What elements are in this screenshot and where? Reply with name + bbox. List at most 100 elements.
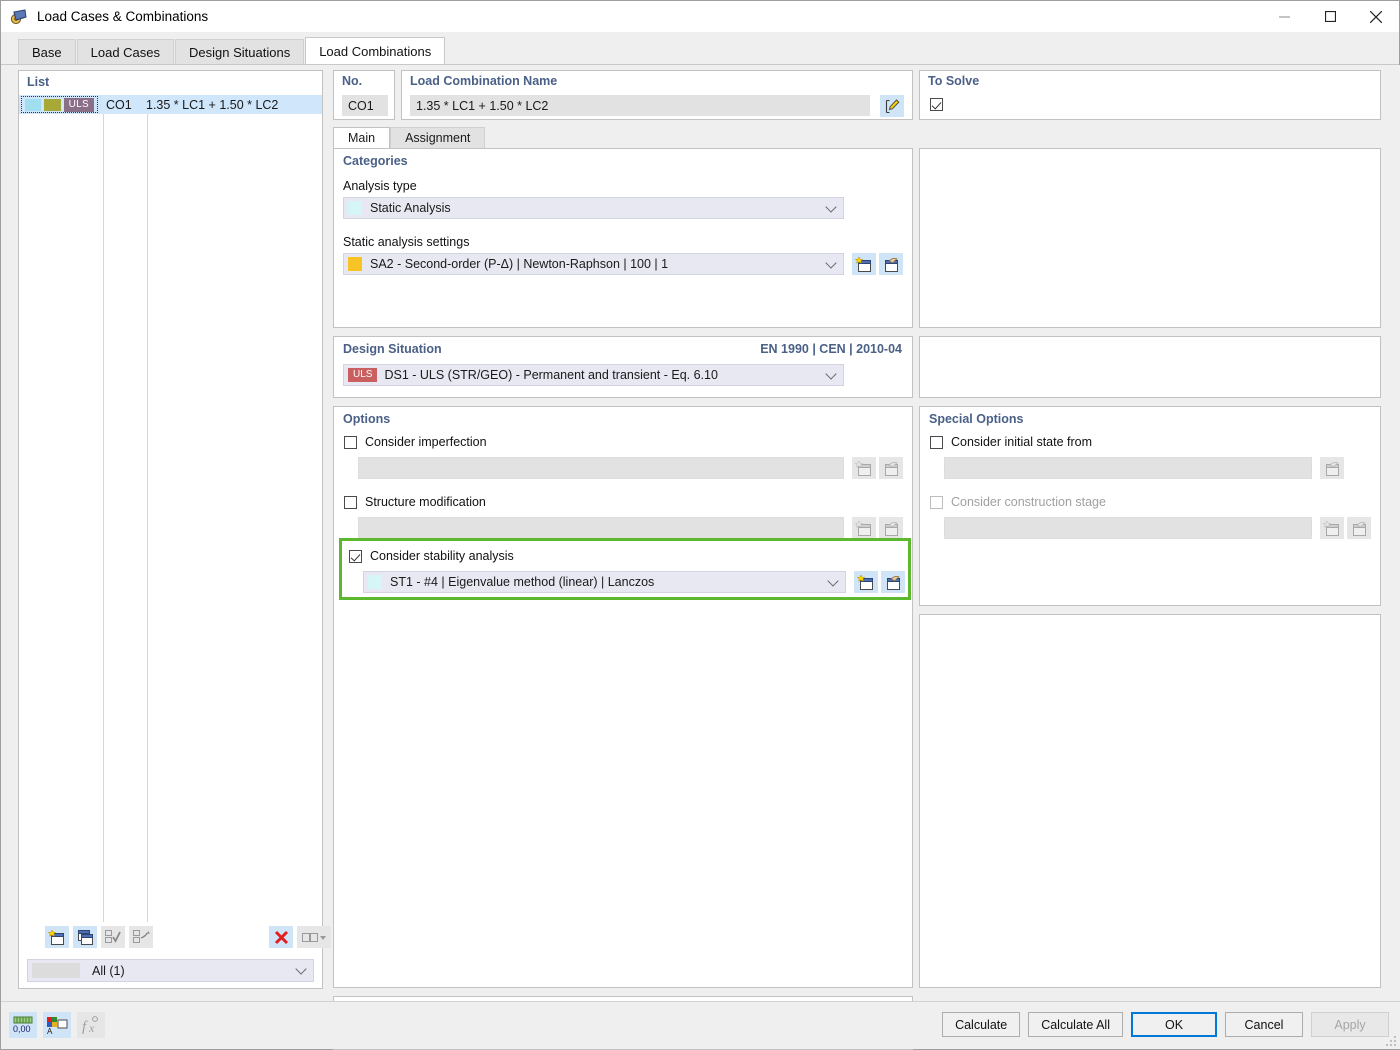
tab-load-cases[interactable]: Load Cases: [76, 39, 175, 64]
analysis-type-swatch: [348, 201, 362, 215]
new-item-button[interactable]: [45, 926, 69, 948]
filter-swatch: [32, 963, 80, 978]
name-value: 1.35 * LC1 + 1.50 * LC2: [410, 95, 870, 116]
initial-state-label: Consider initial state from: [951, 435, 1093, 449]
resize-grip[interactable]: [1386, 1034, 1398, 1046]
construction-stage-label: Consider construction stage: [951, 495, 1106, 509]
status-badge: ULS: [63, 97, 94, 112]
categories-title: Categories: [343, 154, 408, 168]
initial-state-input: [944, 457, 1312, 479]
select-all-button: [101, 926, 125, 948]
no-field-panel: No. CO1: [333, 70, 395, 120]
tab-design-situations[interactable]: Design Situations: [175, 39, 305, 64]
to-solve-label: To Solve: [928, 74, 980, 88]
chevron-down-icon: [827, 202, 836, 211]
color-swatch-2: [44, 98, 61, 111]
minimize-button[interactable]: [1261, 1, 1307, 32]
consider-stability-row[interactable]: Consider stability analysis: [349, 549, 514, 563]
new-window-icon: [1320, 517, 1344, 539]
static-settings-combo[interactable]: SA2 - Second-order (P-Δ) | Newton-Raphso…: [343, 253, 844, 275]
row-number: CO1: [106, 97, 132, 112]
title-bar: Load Cases & Combinations: [1, 1, 1399, 32]
edit-pencil-icon[interactable]: [880, 95, 904, 117]
bottom-bar: 0,00 A f x Calculate Calculate All OK Ca…: [1, 1001, 1400, 1049]
stability-analysis-combo[interactable]: ST1 - #4 | Eigenvalue method (linear) | …: [363, 571, 846, 593]
svg-text:A: A: [47, 1027, 53, 1035]
copy-item-button[interactable]: [73, 926, 97, 948]
static-settings-swatch: [348, 257, 362, 271]
consider-imperfection-row[interactable]: Consider imperfection: [344, 435, 487, 449]
sub-tab-strip: Main Assignment: [333, 127, 486, 148]
structure-modification-checkbox[interactable]: [344, 495, 357, 509]
right-empty-panel-mid: [919, 336, 1381, 398]
options-title: Options: [343, 412, 391, 426]
no-label: No.: [342, 74, 363, 88]
construction-stage-input: [944, 517, 1312, 539]
tab-strip: Base Load Cases Design Situations Load C…: [1, 32, 1399, 65]
static-settings-label: Static analysis settings: [343, 235, 470, 249]
svg-text:x: x: [88, 1021, 95, 1035]
svg-text:0,00: 0,00: [13, 1024, 31, 1034]
analysis-type-value: Static Analysis: [370, 201, 451, 215]
edit-window-icon: [1347, 517, 1371, 539]
new-window-icon[interactable]: [854, 571, 878, 593]
list-panel: List ULS CO1 1.35 * LC1 + 1.50 * LC2 All…: [18, 70, 331, 989]
list-toolbar: [19, 924, 331, 954]
construction-stage-row: Consider construction stage: [930, 495, 1106, 509]
initial-state-row[interactable]: Consider initial state from: [930, 435, 1092, 449]
ok-button[interactable]: OK: [1131, 1012, 1217, 1037]
stability-analysis-value: ST1 - #4 | Eigenvalue method (linear) | …: [390, 575, 655, 589]
color-swatch-1: [25, 98, 42, 111]
edit-window-icon: [879, 517, 903, 539]
cancel-button[interactable]: Cancel: [1225, 1012, 1303, 1037]
text-color-icon[interactable]: A: [43, 1012, 71, 1038]
design-situation-combo[interactable]: ULS DS1 - ULS (STR/GEO) - Permanent and …: [343, 364, 844, 386]
dialog-buttons: Calculate Calculate All OK Cancel Apply: [942, 1012, 1389, 1037]
structure-modification-row[interactable]: Structure modification: [344, 495, 486, 509]
imperfection-input: [358, 457, 844, 479]
edit-window-icon[interactable]: [879, 253, 903, 275]
tab-main[interactable]: Main: [333, 127, 391, 148]
list-filter-value: All (1): [92, 963, 125, 978]
categories-panel: Categories Analysis type Static Analysis…: [333, 148, 913, 328]
columns-button: [297, 926, 331, 948]
name-field-panel: Load Combination Name 1.35 * LC1 + 1.50 …: [401, 70, 913, 120]
row-name: 1.35 * LC1 + 1.50 * LC2: [146, 97, 279, 112]
edit-window-icon[interactable]: [881, 571, 905, 593]
analysis-type-label: Analysis type: [343, 179, 417, 193]
new-window-icon[interactable]: [852, 253, 876, 275]
edit-window-icon: [1320, 457, 1344, 479]
initial-state-checkbox[interactable]: [930, 435, 943, 449]
structure-modification-input: [358, 517, 844, 539]
stability-analysis-highlight: Consider stability analysis ST1 - #4 | E…: [339, 538, 911, 600]
maximize-button[interactable]: [1307, 1, 1353, 32]
design-situation-panel: Design Situation EN 1990 | CEN | 2010-04…: [333, 336, 913, 398]
consider-stability-checkbox[interactable]: [349, 549, 362, 563]
name-label: Load Combination Name: [410, 74, 558, 88]
row-indicators: ULS: [21, 96, 98, 113]
consider-imperfection-checkbox[interactable]: [344, 435, 357, 449]
number-format-icon[interactable]: 0,00: [9, 1012, 37, 1038]
delete-item-button[interactable]: [269, 926, 293, 948]
options-panel: Options Consider imperfection Structure …: [333, 406, 913, 988]
tab-base[interactable]: Base: [18, 39, 76, 64]
list-filter-combo[interactable]: All (1): [27, 959, 314, 982]
calculate-all-button[interactable]: Calculate All: [1028, 1012, 1123, 1037]
special-options-title: Special Options: [929, 412, 1024, 426]
footer-left-icons: 0,00 A f x: [9, 1012, 105, 1038]
window-controls: [1261, 1, 1399, 32]
close-button[interactable]: [1353, 1, 1399, 32]
tab-load-combinations[interactable]: Load Combinations: [305, 37, 446, 64]
list-grid[interactable]: ULS CO1 1.35 * LC1 + 1.50 * LC2: [19, 95, 322, 922]
to-solve-panel: To Solve: [919, 70, 1381, 120]
new-window-icon: [852, 457, 876, 479]
edit-window-icon: [879, 457, 903, 479]
table-row[interactable]: ULS CO1 1.35 * LC1 + 1.50 * LC2: [19, 95, 322, 114]
apply-button: Apply: [1311, 1012, 1389, 1037]
chevron-down-icon: [829, 576, 838, 585]
analysis-type-combo[interactable]: Static Analysis: [343, 197, 844, 219]
to-solve-checkbox[interactable]: [930, 98, 943, 111]
calculate-button[interactable]: Calculate: [942, 1012, 1021, 1037]
tab-assignment[interactable]: Assignment: [390, 127, 486, 148]
fx-icon: f x: [77, 1012, 105, 1038]
